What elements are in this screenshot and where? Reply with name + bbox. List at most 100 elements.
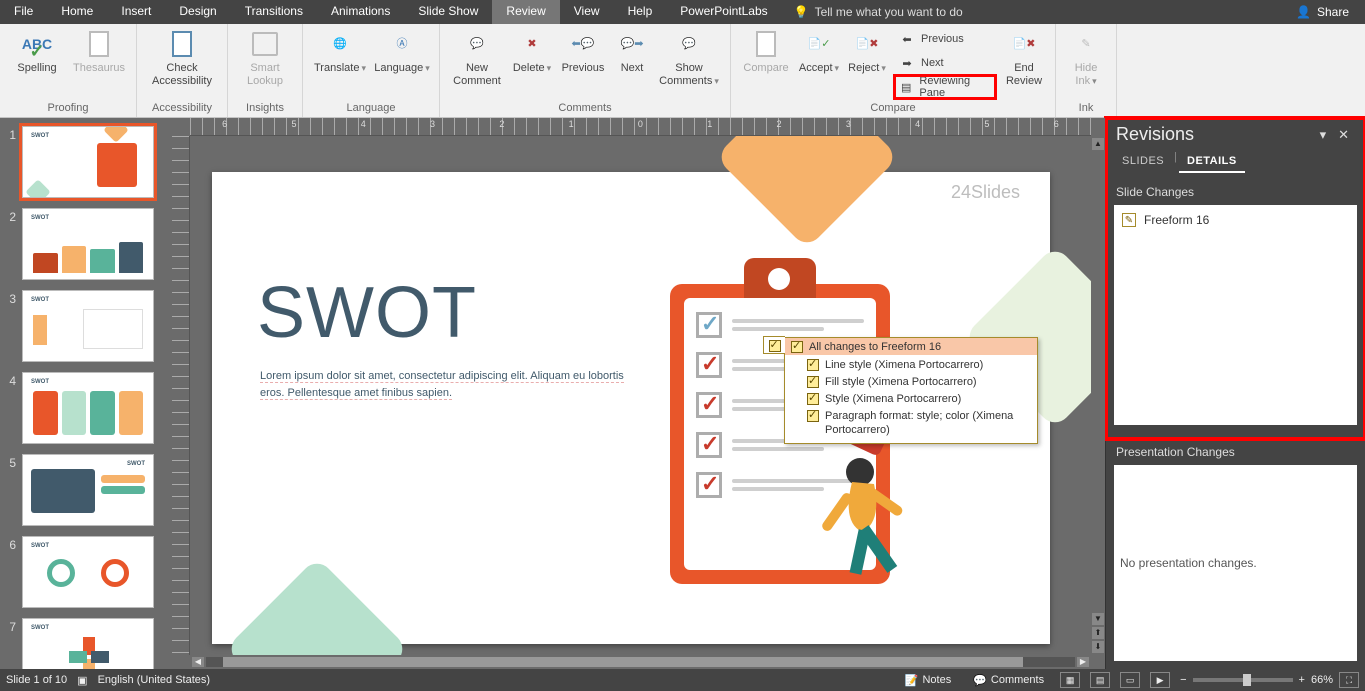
language-button[interactable]: Ⓐ Language bbox=[371, 26, 433, 79]
status-language[interactable]: English (United States) bbox=[98, 674, 211, 686]
ribbon: ABC✓ Spelling Thesaurus Proofing Check A… bbox=[0, 24, 1365, 118]
thesaurus-button[interactable]: Thesaurus bbox=[68, 26, 130, 79]
sorter-view-button[interactable]: ▤ bbox=[1090, 672, 1110, 688]
thumb-number: 5 bbox=[4, 454, 16, 526]
scroll-down-icon[interactable]: ▼ bbox=[1092, 613, 1104, 625]
menu-home[interactable]: Home bbox=[47, 0, 107, 24]
reject-button[interactable]: 📄✖ Reject bbox=[843, 26, 891, 79]
comments-button[interactable]: 💬 Comments bbox=[967, 674, 1050, 687]
zoom-control[interactable]: − + 66% ⛶ bbox=[1180, 672, 1359, 688]
slide[interactable]: 24Slides SWOT Lorem ipsum dolor sit amet… bbox=[212, 172, 1050, 644]
slide-changes-box[interactable]: ✎ Freeform 16 bbox=[1114, 205, 1357, 425]
zoom-out-button[interactable]: − bbox=[1180, 674, 1186, 686]
normal-view-button[interactable]: ▦ bbox=[1060, 672, 1080, 688]
change-marker-icon[interactable] bbox=[763, 336, 785, 354]
group-label-insights: Insights bbox=[234, 100, 296, 117]
slide-title[interactable]: SWOT bbox=[257, 272, 477, 354]
language-icon: Ⓐ bbox=[386, 30, 418, 58]
menu-insert[interactable]: Insert bbox=[107, 0, 165, 24]
menu-powerpointlabs[interactable]: PowerPointLabs bbox=[666, 0, 781, 24]
slide-body-text[interactable]: Lorem ipsum dolor sit amet, consectetur … bbox=[260, 368, 640, 401]
compare-next-button[interactable]: ➡ Next bbox=[895, 52, 995, 74]
hide-ink-button[interactable]: ✎ Hide Ink bbox=[1062, 26, 1110, 91]
menu-view[interactable]: View bbox=[560, 0, 614, 24]
change-checkbox[interactable] bbox=[807, 359, 819, 371]
translate-button[interactable]: 🌐 Translate bbox=[309, 26, 371, 79]
zoom-slider[interactable] bbox=[1193, 678, 1293, 682]
group-label-ink: Ink bbox=[1062, 100, 1110, 117]
reviewing-pane-icon: ▤ bbox=[899, 79, 913, 95]
hscroll-thumb[interactable] bbox=[223, 657, 1022, 667]
prev-slide-icon[interactable]: ⬆ bbox=[1092, 627, 1104, 639]
slide-editor: 654 321 012 345 6 24Slides SWOT Lorem ip… bbox=[172, 118, 1105, 669]
thumbnail-1[interactable]: SWOT bbox=[22, 126, 154, 198]
menu-file[interactable]: File bbox=[0, 0, 47, 24]
scroll-up-icon[interactable]: ▲ bbox=[1092, 138, 1104, 150]
change-header-checkbox[interactable] bbox=[791, 341, 803, 353]
reviewing-pane-button[interactable]: ▤ Reviewing Pane bbox=[895, 76, 995, 98]
change-checkbox[interactable] bbox=[807, 410, 819, 422]
decor-diamond bbox=[225, 557, 409, 655]
notes-button[interactable]: 📝 Notes bbox=[899, 674, 957, 687]
new-comment-button[interactable]: 💬 New Comment bbox=[446, 26, 508, 91]
slide-thumbnails[interactable]: 1 SWOT 2 SWOT 3 SWOT bbox=[0, 118, 172, 669]
menu-review[interactable]: Review bbox=[492, 0, 559, 24]
smart-lookup-button[interactable]: Smart Lookup bbox=[234, 26, 296, 91]
workspace: 1 SWOT 2 SWOT 3 SWOT bbox=[0, 118, 1365, 669]
horizontal-scrollbar[interactable]: ◀ ▶ bbox=[190, 655, 1091, 669]
change-checkbox[interactable] bbox=[807, 376, 819, 388]
change-item[interactable]: Line style (Ximena Portocarrero) bbox=[805, 357, 1033, 374]
tell-me[interactable]: 💡 Tell me what you want to do bbox=[782, 0, 975, 24]
change-popup-header[interactable]: All changes to Freeform 16 bbox=[785, 338, 1037, 355]
revisions-close-button[interactable]: ✕ bbox=[1332, 125, 1355, 145]
next-slide-icon[interactable]: ⬇ bbox=[1092, 641, 1104, 653]
smart-lookup-icon bbox=[249, 30, 281, 58]
revisions-tab-slides[interactable]: SLIDES bbox=[1114, 151, 1172, 173]
share-icon: 👤 bbox=[1296, 5, 1311, 19]
delete-comment-button[interactable]: ✖ Delete bbox=[508, 26, 556, 79]
share-button[interactable]: 👤 Share bbox=[1280, 0, 1365, 24]
menu-help[interactable]: Help bbox=[614, 0, 667, 24]
menu-slide-show[interactable]: Slide Show bbox=[404, 0, 492, 24]
change-item[interactable]: Style (Ximena Portocarrero) bbox=[805, 391, 1033, 408]
check-accessibility-button[interactable]: Check Accessibility bbox=[143, 26, 221, 91]
vertical-scrollbar[interactable]: ▲ ▼ ⬆ ⬇ bbox=[1091, 136, 1105, 655]
spellcheck-status-icon[interactable]: ▣ bbox=[77, 674, 87, 687]
thumbnail-3[interactable]: SWOT bbox=[22, 290, 154, 362]
zoom-level[interactable]: 66% bbox=[1311, 674, 1333, 686]
status-bar: Slide 1 of 10 ▣ English (United States) … bbox=[0, 669, 1365, 691]
menu-design[interactable]: Design bbox=[165, 0, 230, 24]
accept-button[interactable]: 📄✓ Accept bbox=[795, 26, 843, 79]
spelling-button[interactable]: ABC✓ Spelling bbox=[6, 26, 68, 79]
show-comments-button[interactable]: 💬 Show Comments bbox=[654, 26, 724, 91]
fit-to-window-button[interactable]: ⛶ bbox=[1339, 672, 1359, 688]
thumbnail-7[interactable]: SWOT bbox=[22, 618, 154, 669]
zoom-in-button[interactable]: + bbox=[1299, 674, 1305, 686]
thumbnail-4[interactable]: SWOT bbox=[22, 372, 154, 444]
thumbnail-6[interactable]: SWOT bbox=[22, 536, 154, 608]
end-review-button[interactable]: 📄✖ End Review bbox=[999, 26, 1049, 91]
status-slide-indicator[interactable]: Slide 1 of 10 bbox=[6, 674, 67, 686]
compare-previous-button[interactable]: ⬅ Previous bbox=[895, 28, 995, 50]
thumbnail-5[interactable]: SWOT bbox=[22, 454, 154, 526]
revisions-menu-button[interactable]: ▾ bbox=[1314, 125, 1333, 145]
thesaurus-icon bbox=[83, 30, 115, 58]
change-item[interactable]: Fill style (Ximena Portocarrero) bbox=[805, 374, 1033, 391]
menu-transitions[interactable]: Transitions bbox=[231, 0, 317, 24]
previous-comment-button[interactable]: ⬅💬 Previous bbox=[556, 26, 610, 79]
change-header-label: All changes to Freeform 16 bbox=[809, 341, 941, 353]
compare-button[interactable]: Compare bbox=[737, 26, 795, 79]
slide-change-item[interactable]: ✎ Freeform 16 bbox=[1120, 211, 1351, 229]
next-comment-button[interactable]: 💬➡ Next bbox=[610, 26, 654, 79]
revisions-tab-details[interactable]: DETAILS bbox=[1179, 151, 1245, 173]
change-checkbox[interactable] bbox=[807, 393, 819, 405]
change-popup[interactable]: All changes to Freeform 16 Line style (X… bbox=[784, 337, 1038, 444]
change-item[interactable]: Paragraph format: style; color (Ximena P… bbox=[805, 408, 1033, 440]
slide-canvas[interactable]: 24Slides SWOT Lorem ipsum dolor sit amet… bbox=[190, 136, 1091, 655]
end-review-icon: 📄✖ bbox=[1008, 30, 1040, 58]
thumbnail-2[interactable]: SWOT bbox=[22, 208, 154, 280]
reading-view-button[interactable]: ▭ bbox=[1120, 672, 1140, 688]
group-accessibility: Check Accessibility Accessibility bbox=[137, 24, 228, 117]
slideshow-view-button[interactable]: ▶ bbox=[1150, 672, 1170, 688]
menu-animations[interactable]: Animations bbox=[317, 0, 404, 24]
